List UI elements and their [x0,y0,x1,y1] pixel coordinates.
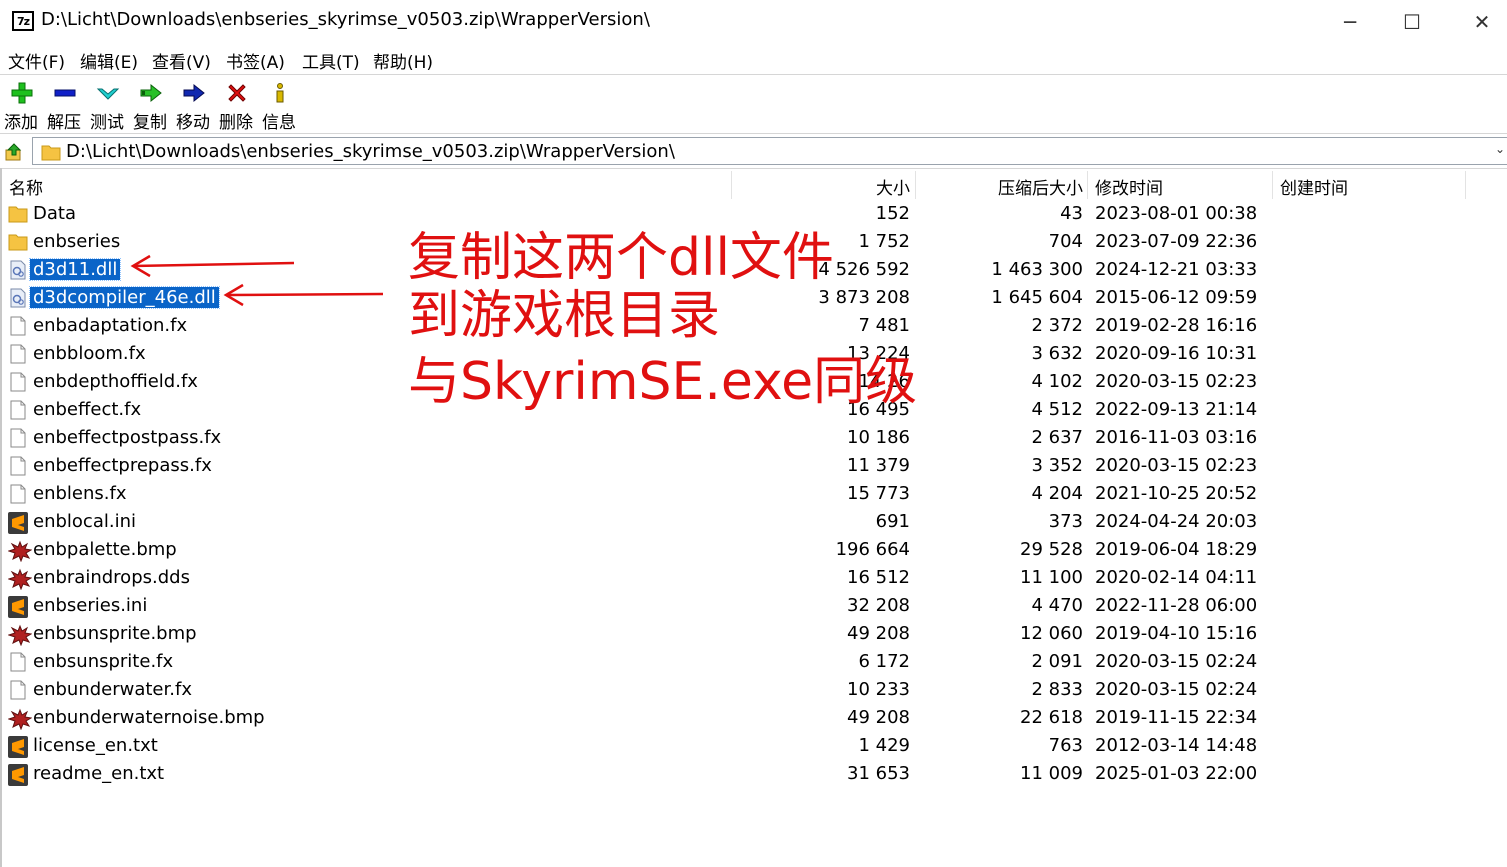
annotation-line-3: 与SkyrimSE.exe同级 [408,352,918,412]
annotation-line-2: 到游戏根目录 [408,286,721,346]
arrow-to-d3d11 [132,261,295,268]
annotation-line-1: 复制这两个dll文件 [408,228,834,288]
arrow-to-d3dcompiler [225,292,384,297]
annotation-arrows [130,254,384,307]
